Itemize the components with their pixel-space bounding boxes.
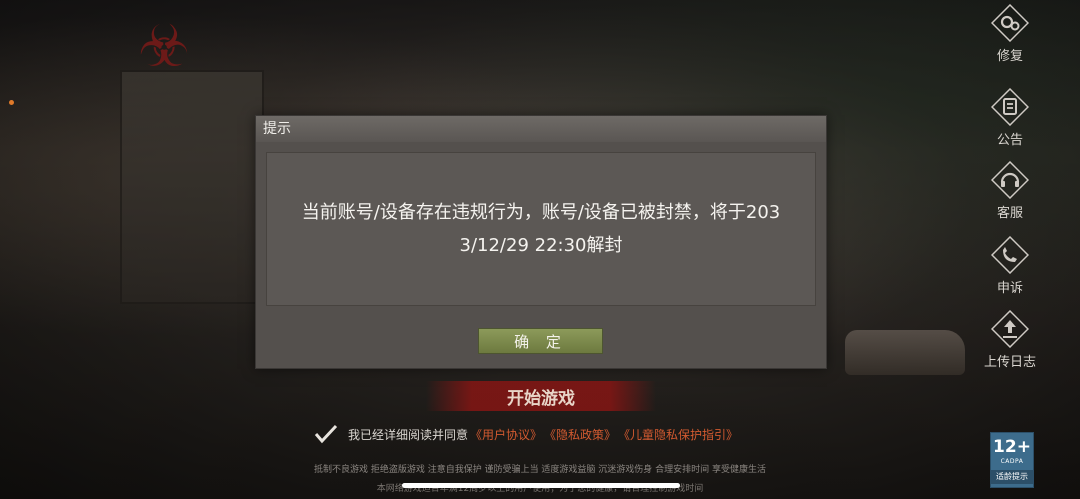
side-item-label: 客服 xyxy=(996,206,1023,221)
side-item-notice[interactable]: 公告 xyxy=(978,88,1042,148)
side-item-label: 公告 xyxy=(996,133,1023,148)
age-rating-hint: 适龄提示 xyxy=(991,470,1033,484)
background-car xyxy=(845,330,965,375)
checkmark-icon xyxy=(314,424,338,444)
dialog-message-line: 3/12/29 22:30解封 xyxy=(459,235,623,256)
start-game-button[interactable]: 开始游戏 xyxy=(426,381,656,411)
side-item-label: 申诉 xyxy=(996,281,1023,296)
side-item-label: 修复 xyxy=(996,49,1023,64)
age-rating-badge[interactable]: 12+ CADPA 适龄提示 xyxy=(990,432,1034,488)
privacy-policy-link[interactable]: 《隐私政策》 xyxy=(544,426,616,443)
confirm-button[interactable]: 确 定 xyxy=(478,328,603,354)
phone-icon xyxy=(991,236,1029,274)
dialog-title: 提示 xyxy=(256,116,826,142)
status-dot xyxy=(9,100,14,105)
side-item-appeal[interactable]: 申诉 xyxy=(978,236,1042,296)
notice-icon xyxy=(991,88,1029,126)
dialog-message-line: 当前账号/设备存在违规行为，账号/设备已被封禁，将于203 xyxy=(301,202,781,223)
age-rating-value: 12+ xyxy=(993,437,1031,457)
health-notice: 抵制不良游戏 拒绝盗版游戏 注意自我保护 谨防受骗上当 适度游戏益脑 沉迷游戏伤… xyxy=(313,465,767,475)
agreement-row: 我已经详细阅读并同意 《用户协议》 《隐私政策》 《儿童隐私保护指引》 xyxy=(314,424,738,444)
background-bus xyxy=(120,70,264,304)
side-item-label: 上传日志 xyxy=(983,355,1036,370)
child-privacy-link[interactable]: 《儿童隐私保护指引》 xyxy=(618,426,738,443)
home-indicator[interactable] xyxy=(402,483,680,488)
agreement-checkbox[interactable] xyxy=(314,424,338,444)
biohazard-logo-icon: ☣ xyxy=(138,12,190,80)
side-item-repair[interactable]: 修复 xyxy=(978,4,1042,64)
upload-icon xyxy=(991,310,1029,348)
side-item-upload-log[interactable]: 上传日志 xyxy=(978,310,1042,370)
dialog-body: 当前账号/设备存在违规行为，账号/设备已被封禁，将于203 3/12/29 22… xyxy=(266,152,816,306)
gear-icon xyxy=(991,4,1029,42)
dialog-message: 当前账号/设备存在违规行为，账号/设备已被封禁，将于203 3/12/29 22… xyxy=(271,196,811,262)
headset-icon xyxy=(991,161,1029,199)
user-agreement-link[interactable]: 《用户协议》 xyxy=(470,426,542,443)
agreement-text: 我已经详细阅读并同意 xyxy=(348,427,469,442)
side-item-support[interactable]: 客服 xyxy=(978,161,1042,221)
age-rating-org: CADPA xyxy=(1000,458,1024,465)
ban-notice-dialog: 提示 当前账号/设备存在违规行为，账号/设备已被封禁，将于203 3/12/29… xyxy=(255,115,827,369)
